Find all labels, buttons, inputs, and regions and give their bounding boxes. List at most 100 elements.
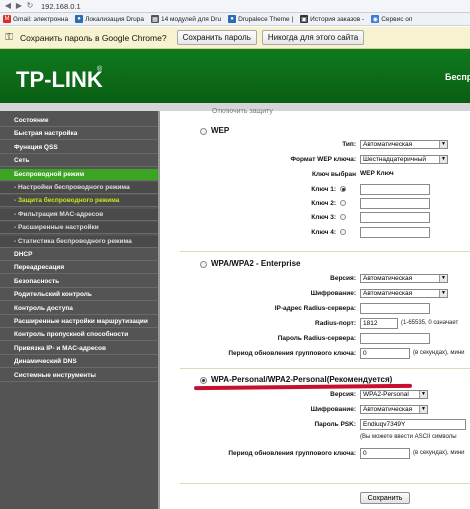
ent-encryption-label: Шифрование:	[310, 290, 356, 297]
sidebar-item[interactable]: Состояние	[0, 115, 158, 127]
url-text[interactable]: 192.168.0.1	[41, 2, 81, 11]
sidebar-item[interactable]: Функция QSS	[0, 141, 158, 154]
psk-label: Пароль PSK:	[314, 421, 356, 428]
key1-radio[interactable]	[340, 186, 346, 192]
wep-radio[interactable]	[200, 128, 207, 135]
sidebar-item[interactable]: Системные инструменты	[0, 369, 158, 382]
radius-ip-input[interactable]	[360, 303, 430, 314]
save-password-button[interactable]: Сохранить пароль	[176, 30, 257, 45]
bookmark-favicon-icon: ●	[75, 15, 84, 23]
sidebar-item[interactable]: - Статистика беспроводного режима	[0, 235, 158, 248]
psk-input[interactable]: Endiuqv7349Y	[360, 419, 466, 430]
section-divider	[180, 251, 470, 252]
wep-key-header: WEP Ключ	[360, 170, 394, 177]
personal-title: WPA-Personal/WPA2-Personal(Рекомендуется…	[211, 375, 393, 384]
sidebar-item[interactable]: Переадресация	[0, 262, 158, 275]
sidebar-item[interactable]: Контроль доступа	[0, 302, 158, 315]
header-title: Беспр	[445, 72, 470, 82]
sidebar-item[interactable]: Быстрая настройка	[0, 128, 158, 141]
sidebar-item[interactable]: DHCP	[0, 249, 158, 261]
sidebar-item[interactable]: Родительский контроль	[0, 289, 158, 302]
sidebar-item[interactable]: Динамический DNS	[0, 356, 158, 369]
per-group-period-input[interactable]: 0	[360, 448, 410, 459]
radius-port-input[interactable]: 1812	[360, 318, 398, 329]
wep-format-label: Формат WEP ключа:	[290, 156, 356, 163]
sidebar-item[interactable]: - Расширенные настройки	[0, 222, 158, 235]
per-encryption-label: Шифрование:	[310, 406, 356, 413]
wep-title: WEP	[211, 126, 230, 135]
router-header: TP-LINK ® Беспр	[0, 49, 470, 103]
sidebar-item[interactable]: - Настройки беспроводного режима	[0, 182, 158, 194]
key3-input[interactable]	[360, 212, 430, 223]
key4-input[interactable]	[360, 227, 430, 238]
ent-version-select[interactable]: Автоматическая ▼	[360, 274, 448, 283]
enterprise-radio[interactable]	[200, 261, 207, 268]
key1-label: Ключ 1:	[311, 186, 336, 193]
wep-format-select[interactable]: Шестнадцатеричный ▼	[360, 155, 448, 164]
key1-input[interactable]	[360, 184, 430, 195]
infobar-text: Сохранить пароль в Google Chrome?	[20, 32, 167, 43]
personal-radio[interactable]	[200, 377, 207, 384]
reload-icon[interactable]: ↻	[26, 2, 34, 10]
bookmark-label: 14 модулей для Dru	[160, 15, 222, 23]
sidebar-item[interactable]: - Защита беспроводного режима	[0, 195, 158, 208]
bookmark-favicon-icon: ▦	[150, 15, 159, 23]
sidebar-item[interactable]: Беспроводной режим	[0, 168, 158, 181]
per-version-label: Версия:	[330, 391, 356, 398]
key4-label: Ключ 4:	[311, 229, 336, 236]
key2-input[interactable]	[360, 198, 430, 209]
key4-radio[interactable]	[340, 229, 346, 235]
sidebar-item[interactable]: Привязка IP- и MAC-адресов	[0, 342, 158, 355]
bookmark-item[interactable]: ◉ Сервис оп	[371, 15, 412, 23]
bookmark-label: Сервис оп	[381, 15, 413, 23]
section-divider	[180, 368, 470, 369]
ent-encryption-select[interactable]: Автоматическая ▼	[360, 289, 448, 298]
bookmark-item[interactable]: ▦ 14 модулей для Dru	[150, 15, 222, 23]
bookmark-label: Gmail: электронна	[13, 15, 69, 23]
radius-port-hint: (1-65535, 0 означает	[401, 320, 459, 326]
per-group-period-label: Период обновления группового ключа:	[228, 450, 356, 457]
back-icon[interactable]: ◀	[4, 2, 12, 10]
wep-format-value: Шестнадцатеричный	[363, 156, 427, 163]
key3-label: Ключ 3:	[311, 214, 336, 221]
forward-icon[interactable]: ▶	[15, 2, 23, 10]
bookmark-item[interactable]: ▣ История заказов -	[300, 15, 364, 23]
bookmark-favicon-icon: ◉	[371, 15, 380, 23]
bookmark-favicon-icon: ▣	[300, 15, 309, 23]
disable-security-label: Отключить защиту	[212, 108, 273, 115]
key3-radio[interactable]	[340, 214, 346, 220]
sidebar-item[interactable]: Расширенные настройки маршрутизации	[0, 316, 158, 328]
sidebar-item[interactable]: - Фильтрация MAC-адресов	[0, 208, 158, 221]
chevron-down-icon: ▼	[439, 156, 447, 163]
psk-hint: (Вы можете ввести ASCII символы	[360, 434, 457, 440]
bookmark-label: Локализация Drupa	[85, 15, 144, 23]
key2-radio[interactable]	[340, 200, 346, 206]
ent-version-label: Версия:	[330, 275, 356, 282]
bookmark-favicon-icon: ●	[228, 15, 237, 23]
password-infobar: ⚿ Сохранить пароль в Google Chrome? Сохр…	[0, 27, 470, 49]
bookmark-item[interactable]: ● Drupalece Theme |	[228, 15, 293, 23]
wep-type-label: Тип:	[342, 141, 356, 148]
ent-group-period-input[interactable]: 0	[360, 348, 410, 359]
per-version-select[interactable]: WPA2-Personal ▼	[360, 390, 428, 399]
bookmark-item[interactable]: M Gmail: электронна	[3, 15, 68, 23]
enterprise-title: WPA/WPA2 - Enterprise	[211, 259, 301, 268]
per-group-period-hint: (в секундах), мини	[413, 450, 465, 456]
sidebar-menu: Состояние Быстрая настройка Функция QSS Сет…	[0, 111, 158, 509]
radius-port-label: Radius-порт:	[315, 320, 356, 327]
radius-password-input[interactable]	[360, 333, 430, 344]
key2-label: Ключ 2:	[311, 200, 336, 207]
sidebar-item[interactable]: Контроль пропускной способности	[0, 329, 158, 342]
bookmark-label: История заказов -	[310, 15, 365, 23]
bookmark-label: Drupalece Theme |	[238, 15, 294, 23]
address-bar[interactable]: ◀ ▶ ↻ 192.168.0.1	[0, 0, 470, 13]
per-encryption-select[interactable]: Автоматическая ▼	[360, 405, 428, 414]
sidebar-item[interactable]: Сеть	[0, 155, 158, 168]
save-button[interactable]: Сохранить	[360, 492, 410, 504]
wep-type-select[interactable]: Автоматическая ▼	[360, 140, 448, 149]
bookmark-item[interactable]: ● Локализация Drupa	[75, 15, 144, 23]
never-for-site-button[interactable]: Никогда для этого сайта	[261, 30, 365, 45]
chevron-down-icon: ▼	[439, 290, 447, 297]
sidebar-item[interactable]: Безопасность	[0, 275, 158, 288]
per-version-value: WPA2-Personal	[363, 391, 409, 398]
